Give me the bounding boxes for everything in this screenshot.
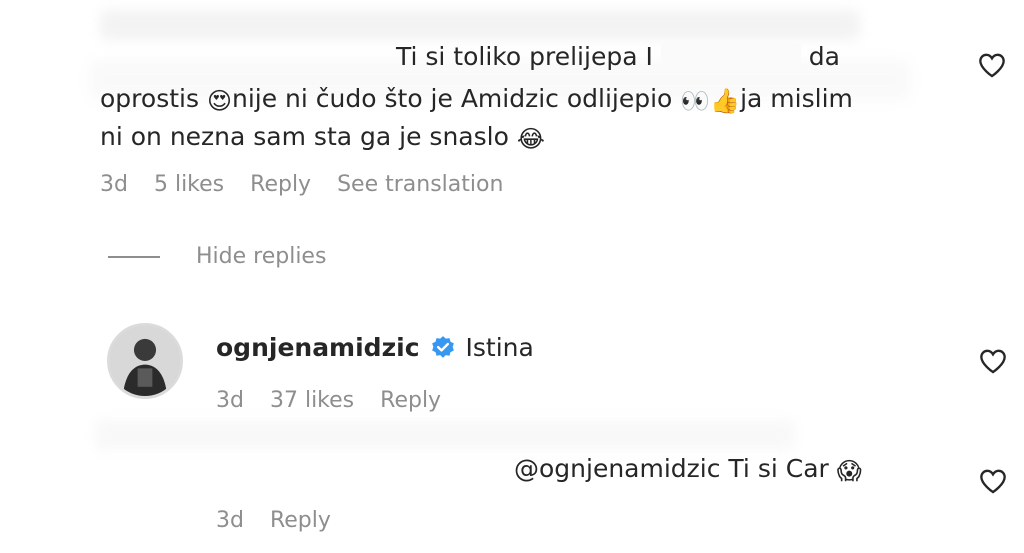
comment-text: Ti si toliko prelijepa I — [396, 42, 653, 71]
comment-text: ja mislim — [740, 84, 853, 113]
comment-text-line2: oprostis 😍nije ni čudo što je Amidzic od… — [100, 80, 853, 118]
hide-replies-button[interactable]: Hide replies — [108, 244, 326, 269]
comment-text: oprostis — [100, 84, 199, 113]
screaming-emoji: 😱 — [836, 457, 862, 485]
reply-button[interactable]: Reply — [250, 172, 311, 197]
reply-time: 3d — [216, 508, 244, 533]
username-link[interactable]: ognjenamidzic — [216, 333, 420, 362]
reply-button[interactable]: Reply — [270, 508, 331, 533]
reply-text: Istina — [465, 333, 534, 362]
verified-badge-icon — [430, 335, 456, 361]
avatar[interactable] — [107, 323, 183, 399]
comment-text-line1: Ti si toliko prelijepa I da — [396, 38, 840, 76]
comment-text: ni on nezna sam sta ga je snaslo — [100, 122, 509, 151]
comment-text: nije ni čudo što je Amidzic odlijepio — [231, 84, 673, 113]
blurred-background — [100, 10, 860, 40]
likes-count-button[interactable]: 5 likes — [154, 172, 224, 197]
reply-meta: 3d 37 likes Reply — [216, 388, 441, 413]
thumbs-up-emoji: 👍 — [710, 87, 741, 115]
reply-time: 3d — [216, 388, 244, 413]
comment-text-line3: ni on nezna sam sta ga je snaslo 😂 — [100, 118, 545, 156]
see-translation-button[interactable]: See translation — [337, 172, 503, 197]
heart-icon[interactable] — [979, 348, 1007, 374]
likes-count-button[interactable]: 37 likes — [270, 388, 354, 413]
reply-header: ognjenamidzic Istina — [216, 333, 534, 362]
blurred-background — [95, 420, 795, 450]
reply2-text-line: @ognjenamidzic Ti si Car 😱 — [514, 450, 862, 488]
comment-text: da — [808, 42, 840, 71]
reply2-meta: 3d Reply — [216, 508, 331, 533]
comment-time: 3d — [100, 172, 128, 197]
reply-text: @ognjenamidzic Ti si Car — [514, 454, 829, 483]
divider — [108, 255, 160, 258]
reply-button[interactable]: Reply — [380, 388, 441, 413]
comment-meta: 3d 5 likes Reply See translation — [100, 172, 503, 197]
hide-replies-label: Hide replies — [196, 244, 327, 269]
eyes-emoji: 👀 — [680, 87, 711, 115]
laughing-emoji: 😂 — [516, 125, 545, 153]
heart-eyes-emoji: 😍 — [206, 87, 232, 115]
redacted-name — [660, 43, 801, 69]
heart-icon[interactable] — [979, 468, 1007, 494]
heart-icon[interactable] — [978, 52, 1006, 78]
